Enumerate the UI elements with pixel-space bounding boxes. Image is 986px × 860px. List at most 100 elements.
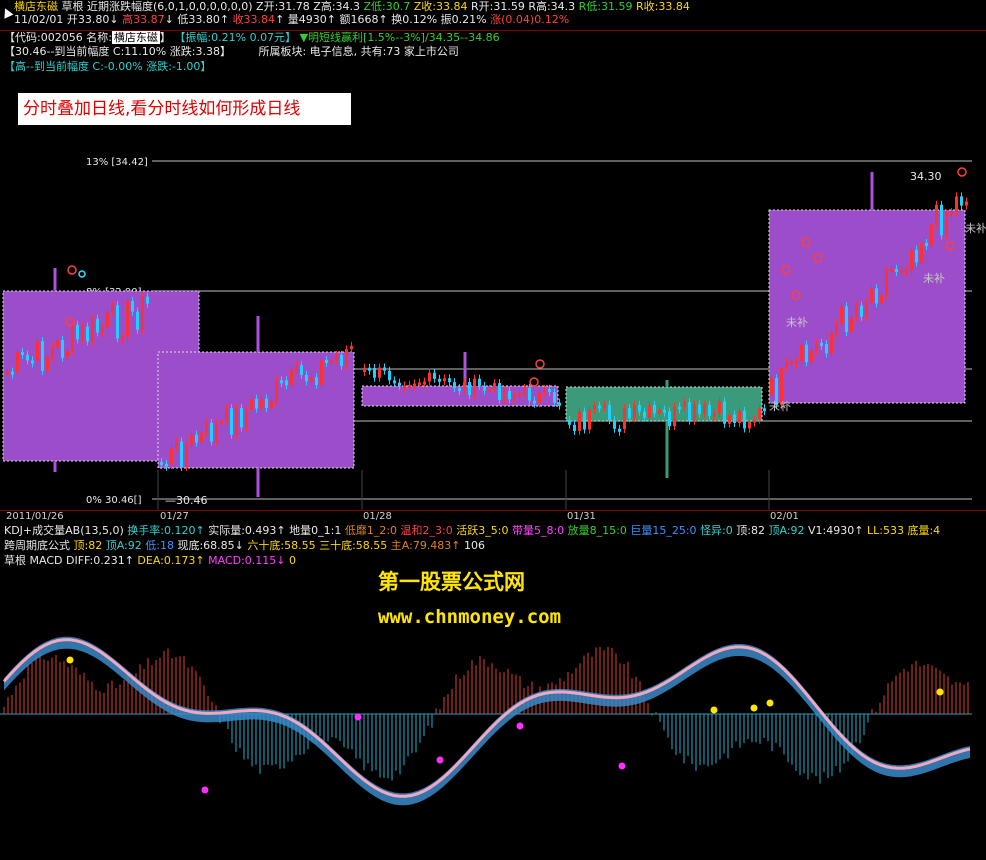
intraday-bar <box>200 432 203 443</box>
header-row-5: 【高--到当前幅度 C:-0.00% 涨跌:-1.00】 <box>4 60 212 73</box>
intraday-bar <box>21 351 24 355</box>
signal-marker-icon <box>78 270 86 278</box>
intraday-bar <box>463 382 466 390</box>
intraday-bar <box>628 407 631 419</box>
intraday-bar <box>340 354 343 366</box>
intraday-bar <box>310 377 313 382</box>
header-row-3: 【代码:002056 名称: 横店东磁】 【振幅:0.21% 0.07元】 ▼明短… <box>4 31 500 44</box>
intraday-bar <box>638 404 641 412</box>
intraday-bar <box>713 413 716 417</box>
intraday-bar <box>41 341 44 371</box>
intraday-bar <box>255 398 258 409</box>
intraday-bar <box>111 305 114 313</box>
intraday-bar <box>56 340 59 348</box>
intraday-bar <box>890 268 893 272</box>
intraday-bar <box>413 383 416 387</box>
intraday-bar <box>753 419 756 423</box>
intraday-bar <box>558 402 561 406</box>
intraday-bar <box>805 344 808 363</box>
intraday-bar <box>428 372 431 382</box>
intraday-bar <box>121 337 124 341</box>
intraday-bar <box>81 326 84 340</box>
intraday-bar <box>141 296 144 330</box>
intraday-bar <box>533 400 536 404</box>
intraday-bar <box>378 367 381 378</box>
intraday-bar <box>335 354 338 360</box>
intraday-bar <box>668 411 671 427</box>
intraday-bar <box>910 249 913 270</box>
intraday-bar <box>101 327 104 333</box>
intraday-bar <box>503 391 506 401</box>
intraday-bar <box>295 365 298 370</box>
intraday-bar <box>403 385 406 389</box>
unfilled-gap-label: 未补 <box>923 272 945 285</box>
intraday-bar <box>708 404 711 416</box>
price-axis-label: 13% [34.42] <box>86 157 148 168</box>
intraday-daily-overlay-chart[interactable]: 13% [34.42]8% [32.90]5% [31.98]3% [31.37… <box>0 76 986 510</box>
intraday-bar <box>945 213 948 236</box>
unfilled-gap-label: 未补 <box>965 222 986 235</box>
intraday-bar <box>300 365 303 375</box>
indicator-row-kdj: KDJ+成交量AB(13,5,0) 换手率:0.120↑ 实际量:0.493↑ … <box>4 524 941 537</box>
date-label: 02/01 <box>770 511 799 522</box>
intraday-bar <box>210 422 213 442</box>
intraday-bar <box>106 312 109 328</box>
intraday-bar <box>548 389 551 393</box>
intraday-bar <box>91 318 94 342</box>
intraday-bar <box>845 306 848 333</box>
intraday-bar <box>553 392 556 403</box>
intraday-bar <box>165 463 168 467</box>
macd-cross-marker-icon <box>766 699 774 707</box>
intraday-bar <box>885 270 888 295</box>
formula-params: 近期涨跌幅度(6,0,1,0,0,0,0,0,0) <box>87 0 253 13</box>
intraday-bar <box>538 392 541 404</box>
macd-cross-marker-icon <box>936 688 944 696</box>
intraday-bar <box>345 349 348 366</box>
date-axis: 2011/01/26 01/27 01/28 01/31 02/01 <box>0 510 986 525</box>
intraday-bar <box>800 344 803 361</box>
intraday-bar <box>940 204 943 236</box>
signal-marker-icon <box>957 167 967 177</box>
intraday-bar <box>493 383 496 389</box>
macd-cross-marker-icon <box>516 722 524 730</box>
intraday-bar <box>443 378 446 382</box>
intraday-bar <box>678 406 681 410</box>
intraday-bar <box>240 407 243 428</box>
intraday-bar <box>146 296 149 304</box>
date-label: 01/27 <box>160 511 189 522</box>
intraday-bar <box>578 411 581 431</box>
intraday-bar <box>613 420 616 429</box>
intraday-bar <box>453 382 456 389</box>
intraday-bar <box>116 305 119 339</box>
intraday-bar <box>810 350 813 363</box>
intraday-bar <box>51 347 54 357</box>
intraday-bar <box>26 354 29 361</box>
intraday-bar <box>36 341 39 361</box>
intraday-bar <box>320 359 323 385</box>
intraday-bar <box>795 360 798 364</box>
intraday-bar <box>363 367 366 372</box>
intraday-bar <box>170 448 173 466</box>
intraday-bar <box>250 398 253 410</box>
intraday-bar <box>758 408 761 420</box>
intraday-bar <box>325 359 328 363</box>
intraday-bar <box>528 387 531 401</box>
intraday-bar <box>508 391 511 400</box>
intraday-bar <box>523 387 526 394</box>
unfilled-gap-label: 未补 <box>786 316 808 329</box>
intraday-bar <box>673 406 676 427</box>
signal-marker-icon <box>535 359 545 369</box>
intraday-bar <box>235 407 238 435</box>
intraday-bar <box>418 382 421 386</box>
intraday-bar <box>388 370 391 381</box>
intraday-bar <box>900 269 903 273</box>
intraday-bar <box>770 378 773 395</box>
intraday-bar <box>260 398 263 409</box>
intraday-bar <box>643 411 646 418</box>
macd-cross-marker-icon <box>750 704 758 712</box>
intraday-bar <box>11 371 14 375</box>
intraday-bar <box>950 212 953 216</box>
intraday-bar <box>658 409 661 414</box>
intraday-bar <box>688 402 691 421</box>
intraday-bar <box>280 380 283 384</box>
